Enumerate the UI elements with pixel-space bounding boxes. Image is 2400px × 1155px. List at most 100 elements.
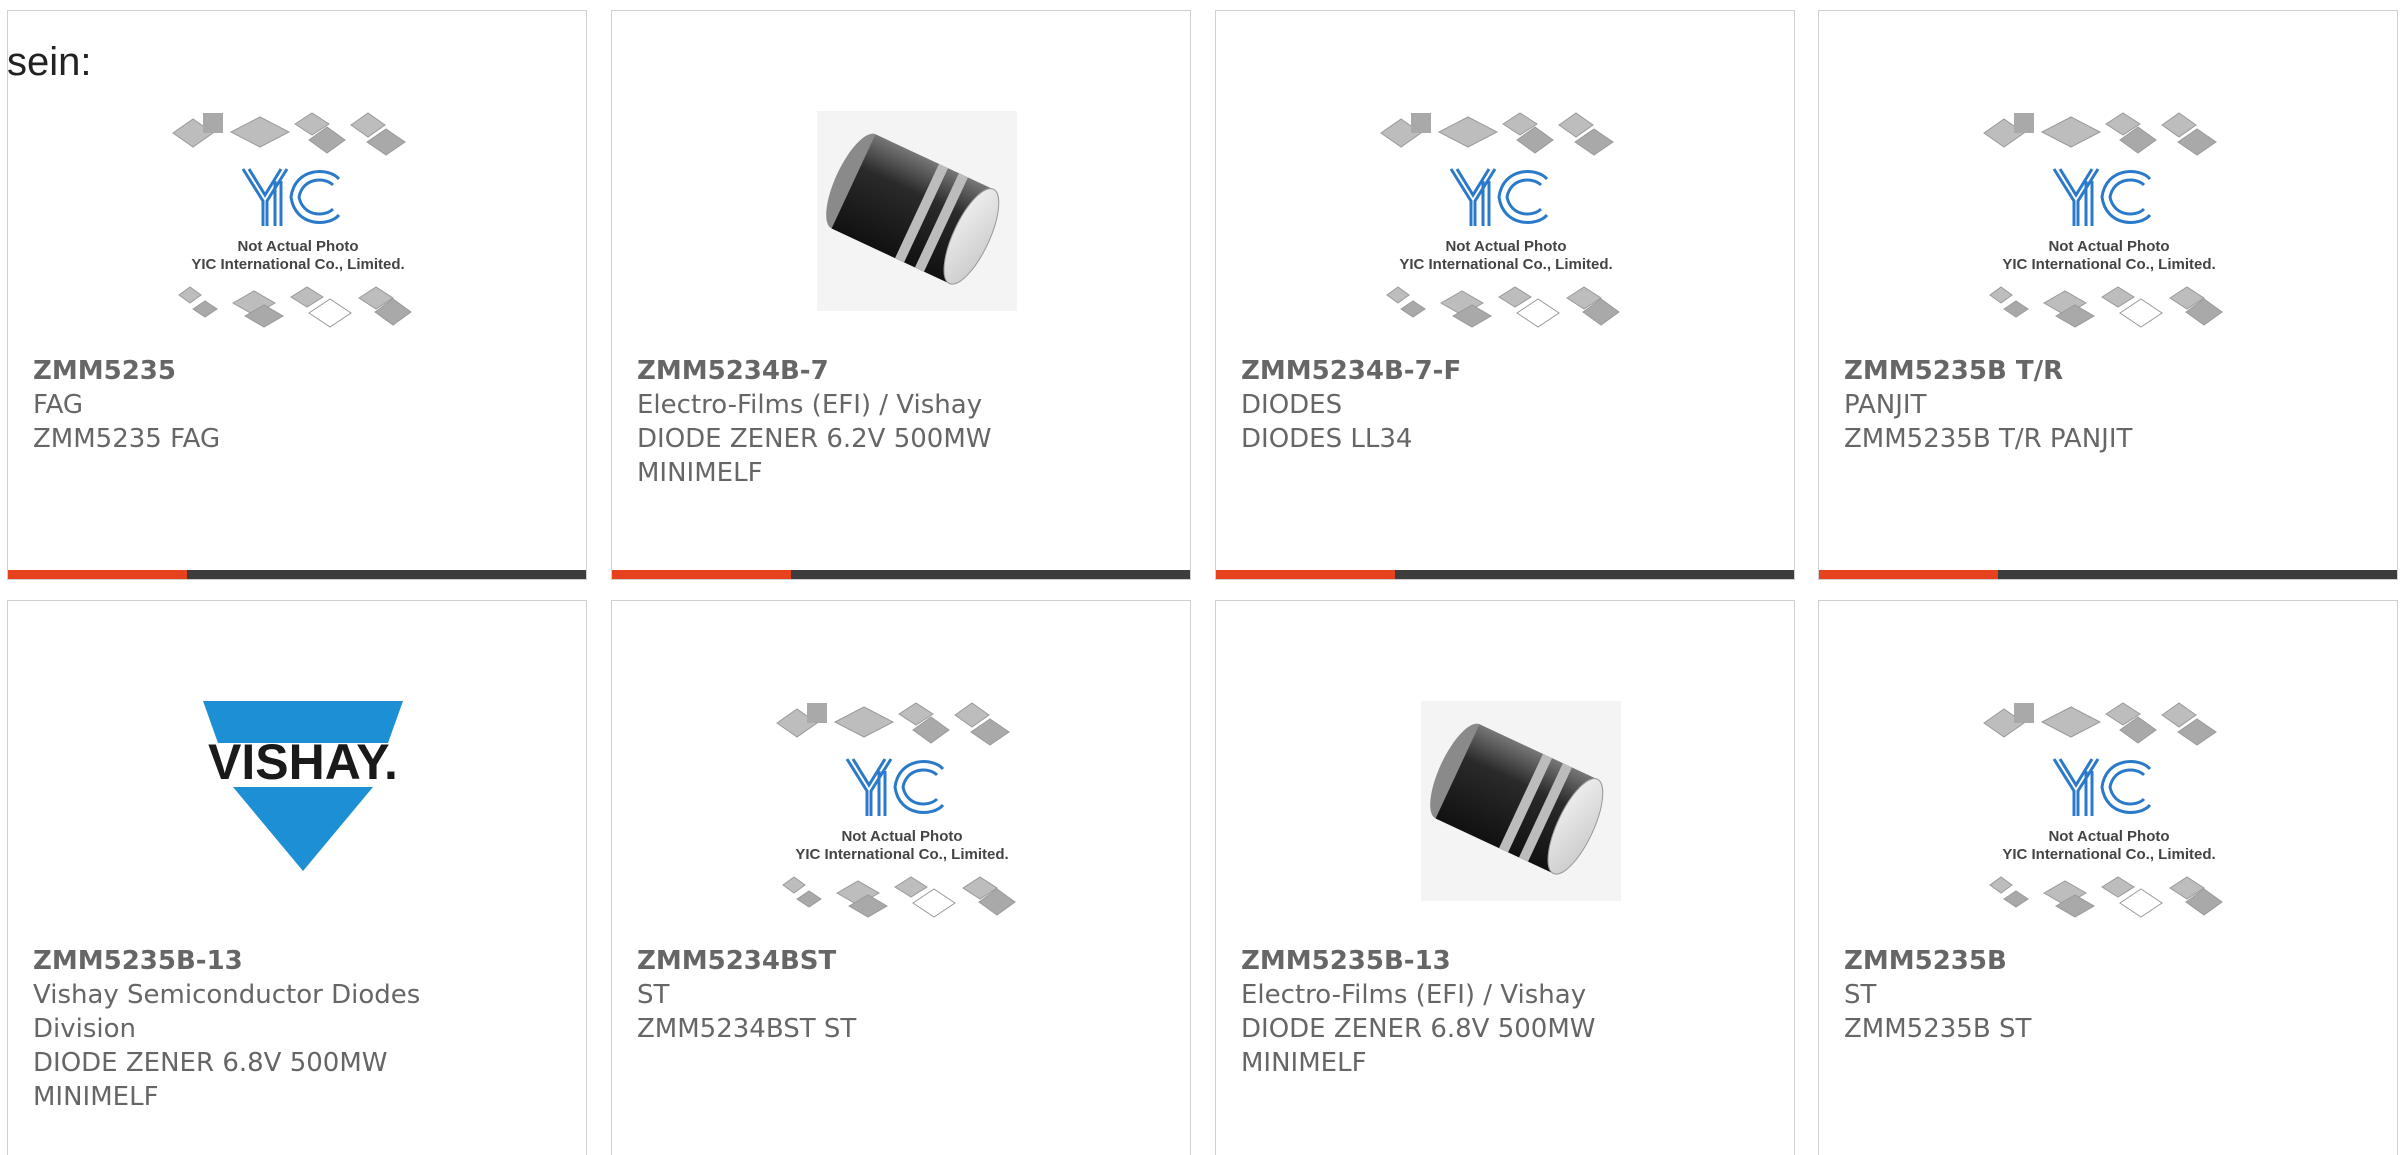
chip-icon	[308, 298, 352, 328]
product-image[interactable]: Not Actual Photo YIC International Co., …	[1371, 91, 1641, 351]
product-info: ZMM5235B ST ZMM5235B ST	[1844, 944, 2377, 1046]
chip-icon	[1400, 300, 1426, 318]
product-info: ZMM5235B-13 Vishay Semiconductor Diodes …	[33, 944, 566, 1114]
svg-text:VISHAY.: VISHAY.	[208, 734, 398, 790]
part-number-link[interactable]: ZMM5234B-7	[637, 354, 1170, 388]
chip-icon	[1989, 286, 2013, 304]
part-number-link[interactable]: ZMM5234B-7-F	[1241, 354, 1774, 388]
product-card[interactable]: Not Actual Photo YIC International Co., …	[1818, 600, 2398, 1155]
chip-icon	[796, 890, 822, 908]
placeholder-image: Not Actual Photo YIC International Co., …	[172, 112, 412, 328]
placeholder-image: Not Actual Photo YIC International Co., …	[776, 702, 1016, 918]
manufacturer: Electro-Films (EFI) / Vishay	[1241, 980, 1587, 1010]
part-number-link[interactable]: ZMM5235B T/R	[1844, 354, 2377, 388]
part-number-link[interactable]: ZMM5235B	[1844, 944, 2377, 978]
description: MINIMELF	[33, 1082, 159, 1112]
manufacturer: FAG	[33, 390, 84, 420]
card-accent-bar	[1216, 570, 1794, 579]
product-card[interactable]: ZMM5234B-7 Electro-Films (EFI) / Vishay …	[611, 10, 1191, 580]
chip-icon	[912, 888, 956, 918]
minimelf-diode-image	[817, 111, 1017, 311]
manufacturer: ST	[1844, 980, 1877, 1010]
chip-icon	[203, 113, 223, 133]
intro-text: sein:	[7, 40, 92, 84]
product-image[interactable]: Not Actual Photo YIC International Co., …	[163, 91, 433, 351]
product-card[interactable]: Not Actual Photo YIC International Co., …	[1818, 10, 2398, 580]
product-image[interactable]: Not Actual Photo YIC International Co., …	[1974, 91, 2244, 351]
product-image[interactable]	[767, 91, 1037, 351]
product-card[interactable]: VISHAY. ZMM5235B-13 Vishay Semiconductor…	[7, 600, 587, 1155]
chip-icon	[2119, 888, 2163, 918]
part-number-link[interactable]: ZMM5235B-13	[33, 944, 566, 978]
product-image[interactable]: VISHAY.	[163, 681, 433, 941]
part-number-link[interactable]: ZMM5235B-13	[1241, 944, 1774, 978]
svg-text:Not Actual Photo: Not Actual Photo	[237, 238, 358, 255]
manufacturer: ST	[637, 980, 670, 1010]
placeholder-image: Not Actual Photo YIC International Co., …	[1983, 112, 2223, 328]
card-accent-fill	[1819, 570, 1999, 579]
manufacturer: Electro-Films (EFI) / Vishay	[637, 390, 983, 420]
chip-icon	[782, 876, 806, 894]
svg-text:YIC International Co., Limited: YIC International Co., Limited.	[2002, 846, 2215, 863]
product-card[interactable]: Not Actual Photo YIC International Co., …	[1215, 10, 1795, 580]
product-image[interactable]: Not Actual Photo YIC International Co., …	[767, 681, 1037, 941]
svg-text:Not Actual Photo: Not Actual Photo	[1445, 238, 1566, 255]
yic-logo-icon	[845, 758, 945, 816]
product-info: ZMM5234B-7-F DIODES DIODES LL34	[1241, 354, 1774, 456]
minimelf-diode-image	[1421, 701, 1621, 901]
description: MINIMELF	[1241, 1048, 1367, 1078]
card-accent-fill	[1216, 570, 1396, 579]
vishay-logo-image: VISHAY.	[203, 701, 403, 871]
part-number-link[interactable]: ZMM5234BST	[637, 944, 1170, 978]
chip-icon	[2040, 706, 2102, 738]
svg-text:Not Actual Photo: Not Actual Photo	[2048, 828, 2169, 845]
manufacturer: Vishay Semiconductor Diodes	[33, 980, 421, 1010]
svg-text:YIC International Co., Limited: YIC International Co., Limited.	[191, 256, 404, 273]
description: ZMM5235B ST	[1844, 1014, 2032, 1044]
vishay-logo-icon	[233, 787, 373, 871]
product-card[interactable]: Not Actual Photo YIC International Co., …	[611, 600, 1191, 1155]
product-image[interactable]: Not Actual Photo YIC International Co., …	[1974, 681, 2244, 941]
product-info: ZMM5235 FAG ZMM5235 FAG	[33, 354, 566, 456]
product-info: ZMM5234BST ST ZMM5234BST ST	[637, 944, 1170, 1046]
chip-icon	[1516, 298, 1560, 328]
card-accent-fill	[8, 570, 188, 579]
chip-icon	[1989, 876, 2013, 894]
chip-icon	[2040, 116, 2102, 148]
card-accent-bar	[8, 570, 586, 579]
chip-icon	[2014, 703, 2034, 723]
svg-text:YIC International Co., Limited: YIC International Co., Limited.	[1399, 256, 1612, 273]
svg-text:YIC International Co., Limited: YIC International Co., Limited.	[2002, 256, 2215, 273]
svg-text:YIC International Co., Limited: YIC International Co., Limited.	[795, 846, 1008, 863]
chip-icon	[178, 286, 202, 304]
chip-icon	[2101, 286, 2135, 308]
chip-icon	[192, 300, 218, 318]
manufacturer: DIODES	[1241, 390, 1343, 420]
chip-icon	[894, 876, 928, 898]
chip-icon	[1498, 286, 1532, 308]
description: DIODE ZENER 6.2V 500MW	[637, 424, 992, 454]
yic-logo-icon	[1449, 168, 1549, 226]
chip-icon	[1411, 113, 1431, 133]
chip-icon	[1437, 116, 1499, 148]
product-card[interactable]: ZMM5235B-13 Electro-Films (EFI) / Vishay…	[1215, 600, 1795, 1155]
chip-icon	[2014, 113, 2034, 133]
description: DIODE ZENER 6.8V 500MW	[33, 1048, 388, 1078]
product-info: ZMM5235B-13 Electro-Films (EFI) / Vishay…	[1241, 944, 1774, 1080]
chip-icon	[229, 116, 291, 148]
description: MINIMELF	[637, 458, 763, 488]
chip-icon	[2003, 300, 2029, 318]
yic-logo-icon	[241, 168, 341, 226]
product-info: ZMM5234B-7 Electro-Films (EFI) / Vishay …	[637, 354, 1170, 490]
product-image[interactable]	[1371, 681, 1641, 941]
description: DIODES LL34	[1241, 424, 1413, 454]
manufacturer: Division	[33, 1014, 137, 1044]
chip-icon	[290, 286, 324, 308]
chip-icon	[807, 703, 827, 723]
chip-icon	[1386, 286, 1410, 304]
product-card[interactable]: Not Actual Photo YIC International Co., …	[7, 10, 587, 580]
card-accent-fill	[612, 570, 792, 579]
description: ZMM5235B T/R PANJIT	[1844, 424, 2133, 454]
part-number-link[interactable]: ZMM5235	[33, 354, 566, 388]
description: DIODE ZENER 6.8V 500MW	[1241, 1014, 1596, 1044]
